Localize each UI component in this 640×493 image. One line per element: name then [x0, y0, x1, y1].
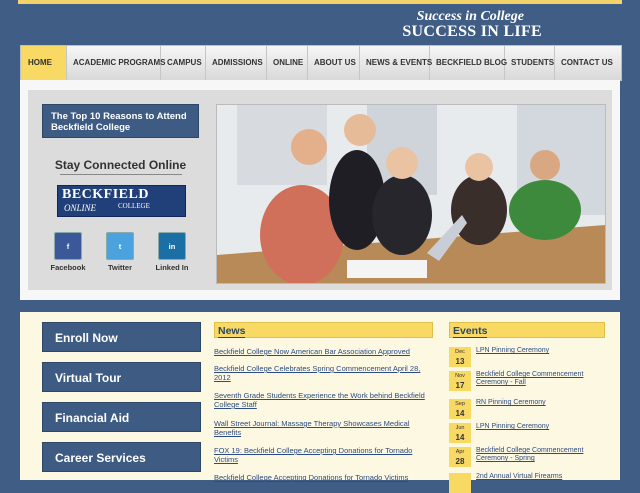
event-date: Apr 28 — [449, 447, 471, 467]
logo-online: ONLINE — [64, 203, 97, 213]
news-link[interactable]: Wall Street Journal: Massage Therapy Sho… — [214, 419, 432, 437]
event-link[interactable]: Beckfield College Commencement Ceremony … — [476, 371, 586, 387]
news-link[interactable]: Beckfield College Accepting Donations fo… — [214, 473, 432, 482]
facebook-icon: f — [54, 232, 82, 260]
virtual-tour-button[interactable]: Virtual Tour — [42, 362, 201, 392]
event-day: 28 — [455, 457, 465, 466]
stay-connected-heading: Stay Connected Online — [54, 158, 187, 172]
career-services-button[interactable]: Career Services — [42, 442, 201, 472]
nav-item-campus[interactable]: CAMPUS — [161, 46, 206, 80]
nav-item-beckfield-blog[interactable]: BECKFIELD BLOG — [430, 46, 507, 80]
event-date — [449, 473, 471, 493]
event-link[interactable]: LPN Pinning Ceremony — [476, 347, 586, 355]
linkedin-icon: in — [158, 232, 186, 260]
nav-item-home[interactable]: HOME — [21, 46, 67, 80]
news-title: News — [218, 325, 246, 338]
nav-item-contact-us[interactable]: CONTACT US — [555, 46, 619, 80]
event-link[interactable]: Beckfield College Commencement Ceremony … — [476, 447, 586, 463]
event-date: Sep 14 — [449, 399, 471, 419]
event-link[interactable]: LPN Pinning Ceremony — [476, 423, 586, 431]
event-month: Apr — [455, 449, 465, 455]
facebook-link[interactable]: f Facebook — [43, 232, 93, 272]
event-day: 14 — [455, 433, 465, 442]
nav-item-admissions[interactable]: ADMISSIONS — [206, 46, 267, 80]
event-date: Dec 13 — [449, 347, 471, 367]
news-link[interactable]: Seventh Grade Students Experience the Wo… — [214, 391, 432, 409]
top-accent-bar — [18, 0, 622, 4]
nav-item-about-us[interactable]: ABOUT US — [308, 46, 360, 80]
logo-college: COLLEGE — [118, 202, 150, 210]
events-heading: Events — [449, 322, 605, 338]
twitter-icon: t — [106, 232, 134, 260]
tagline-large: SUCCESS IN LIFE — [402, 23, 542, 40]
event-day: 17 — [455, 381, 465, 390]
nav-item-academic-programs[interactable]: ACADEMIC PROGRAMS — [67, 46, 165, 80]
twitter-label: Twitter — [107, 263, 133, 272]
event-month: Jun — [455, 425, 465, 431]
event-link[interactable]: RN Pinning Ceremony — [476, 399, 586, 407]
event-day: 14 — [455, 409, 465, 418]
beckfield-online-logo[interactable]: BECKFIELD COLLEGE ONLINE — [57, 185, 186, 217]
event-month: Dec — [455, 349, 465, 355]
news-link[interactable]: Beckfield College Celebrates Spring Comm… — [214, 364, 432, 382]
news-link[interactable]: FOX 19: Beckfield College Accepting Dona… — [214, 446, 432, 464]
twitter-link[interactable]: t Twitter — [95, 232, 145, 272]
logo-name: BECKFIELD — [62, 187, 149, 202]
event-month: Nov — [455, 373, 465, 379]
facebook-label: Facebook — [50, 263, 86, 272]
enroll-now-button[interactable]: Enroll Now — [42, 322, 201, 352]
event-day: 13 — [455, 357, 465, 366]
nav-item-online[interactable]: ONLINE — [267, 46, 308, 80]
events-title: Events — [453, 325, 488, 338]
nav-item-students[interactable]: STUDENTS — [505, 46, 555, 80]
students-illustration — [217, 105, 605, 283]
news-link[interactable]: Beckfield College Now American Bar Assoc… — [214, 347, 432, 356]
divider — [60, 174, 182, 175]
event-month: Sep — [455, 401, 465, 407]
event-date: Jun 14 — [449, 423, 471, 443]
linkedin-link[interactable]: in Linked In — [147, 232, 197, 272]
financial-aid-button[interactable]: Financial Aid — [42, 402, 201, 432]
nav-item-news-events[interactable]: NEWS & EVENTS — [360, 46, 432, 80]
students-photo — [216, 104, 606, 284]
event-day — [449, 474, 471, 476]
event-date: Nov 17 — [449, 371, 471, 391]
news-heading: News — [214, 322, 433, 338]
top-ten-reasons-link[interactable]: The Top 10 Reasons to Attend Beckfield C… — [42, 104, 199, 138]
main-nav: HOME ACADEMIC PROGRAMS CAMPUS ADMISSIONS… — [20, 45, 622, 81]
linkedin-label: Linked In — [155, 263, 189, 272]
